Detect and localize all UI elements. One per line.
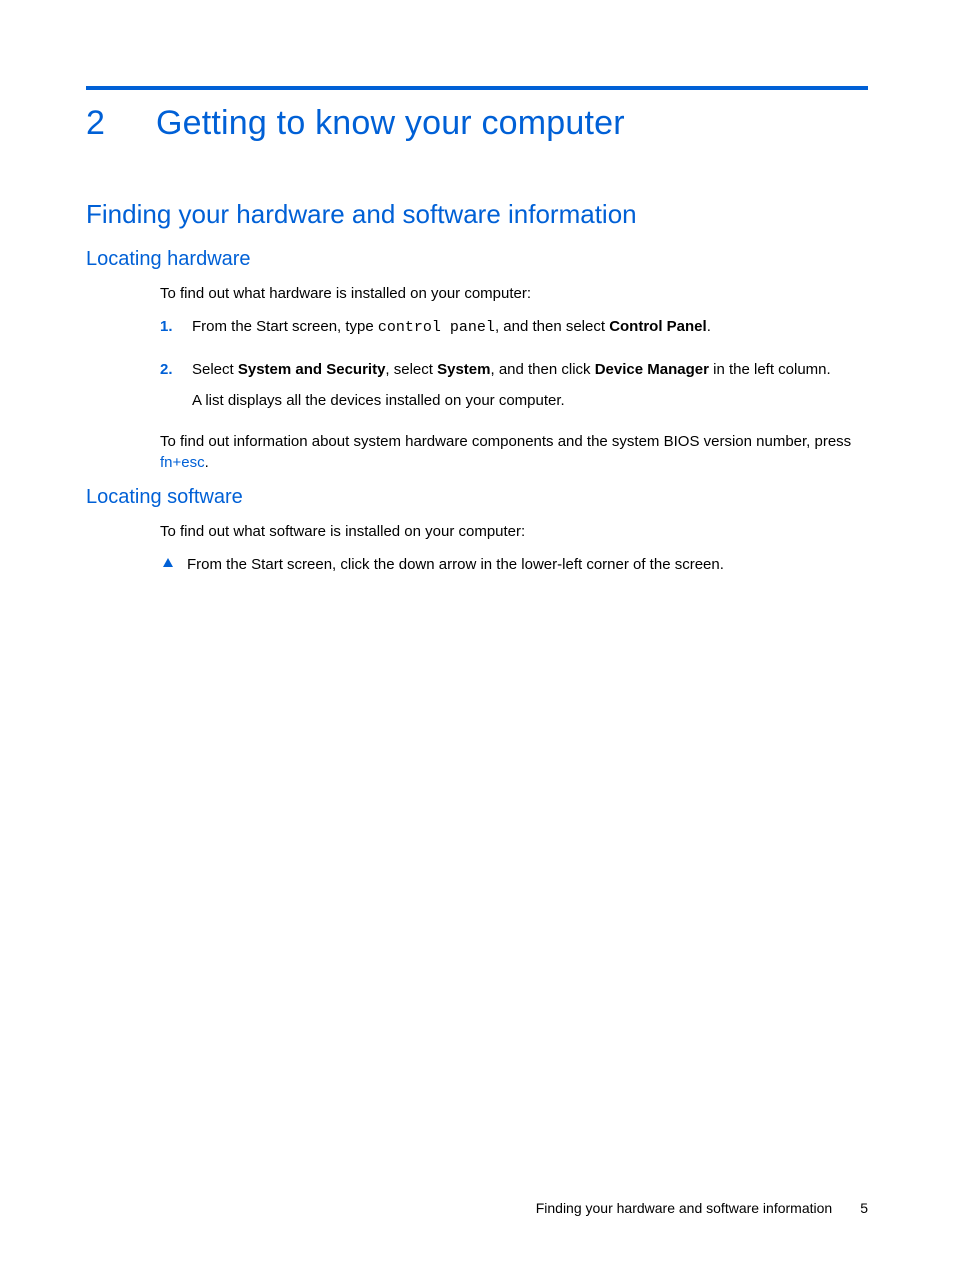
chapter-top-rule [86, 86, 868, 90]
chapter-title: Getting to know your computer [156, 104, 625, 142]
key-plus: + [173, 454, 182, 471]
bold-system: System [437, 361, 490, 378]
step-1-body: From the Start screen, type control pane… [192, 316, 868, 348]
bold-system-and-security: System and Security [238, 361, 386, 378]
page-footer: Finding your hardware and software infor… [536, 1200, 868, 1216]
footer-page-number: 5 [860, 1200, 868, 1216]
subsection-locating-hardware: Locating hardware [86, 248, 868, 271]
triangle-bullet-icon [163, 558, 173, 567]
step-2-body: Select System and Security, select Syste… [192, 359, 868, 422]
step-1: 1. From the Start screen, type control p… [160, 316, 868, 348]
hardware-body: To find out what hardware is installed o… [160, 283, 868, 474]
hardware-outro: To find out information about system har… [160, 431, 868, 474]
chapter-heading: 2Getting to know your computer [86, 104, 868, 143]
section-heading: Finding your hardware and software infor… [86, 199, 868, 230]
hardware-intro: To find out what hardware is installed o… [160, 283, 868, 304]
step-2: 2. Select System and Security, select Sy… [160, 359, 868, 422]
software-intro: To find out what software is installed o… [160, 521, 868, 542]
step-2-para2: A list displays all the devices installe… [192, 390, 868, 411]
step-1-marker: 1. [160, 316, 180, 348]
step-2-marker: 2. [160, 359, 180, 422]
step-2-text: Select System and Security, select Syste… [192, 359, 868, 380]
code-control-panel: control panel [378, 319, 495, 336]
software-body: To find out what software is installed o… [160, 521, 868, 576]
footer-section-title: Finding your hardware and software infor… [536, 1200, 833, 1216]
software-bullet-row: From the Start screen, click the down ar… [160, 554, 868, 575]
chapter-number: 2 [86, 104, 156, 143]
software-bullet-text: From the Start screen, click the down ar… [187, 554, 724, 575]
key-esc: esc [181, 454, 204, 471]
subsection-locating-software: Locating software [86, 486, 868, 509]
step-1-text: From the Start screen, type control pane… [192, 316, 868, 338]
bold-device-manager: Device Manager [595, 361, 709, 378]
key-fn: fn [160, 454, 173, 471]
bold-control-panel: Control Panel [609, 318, 707, 335]
